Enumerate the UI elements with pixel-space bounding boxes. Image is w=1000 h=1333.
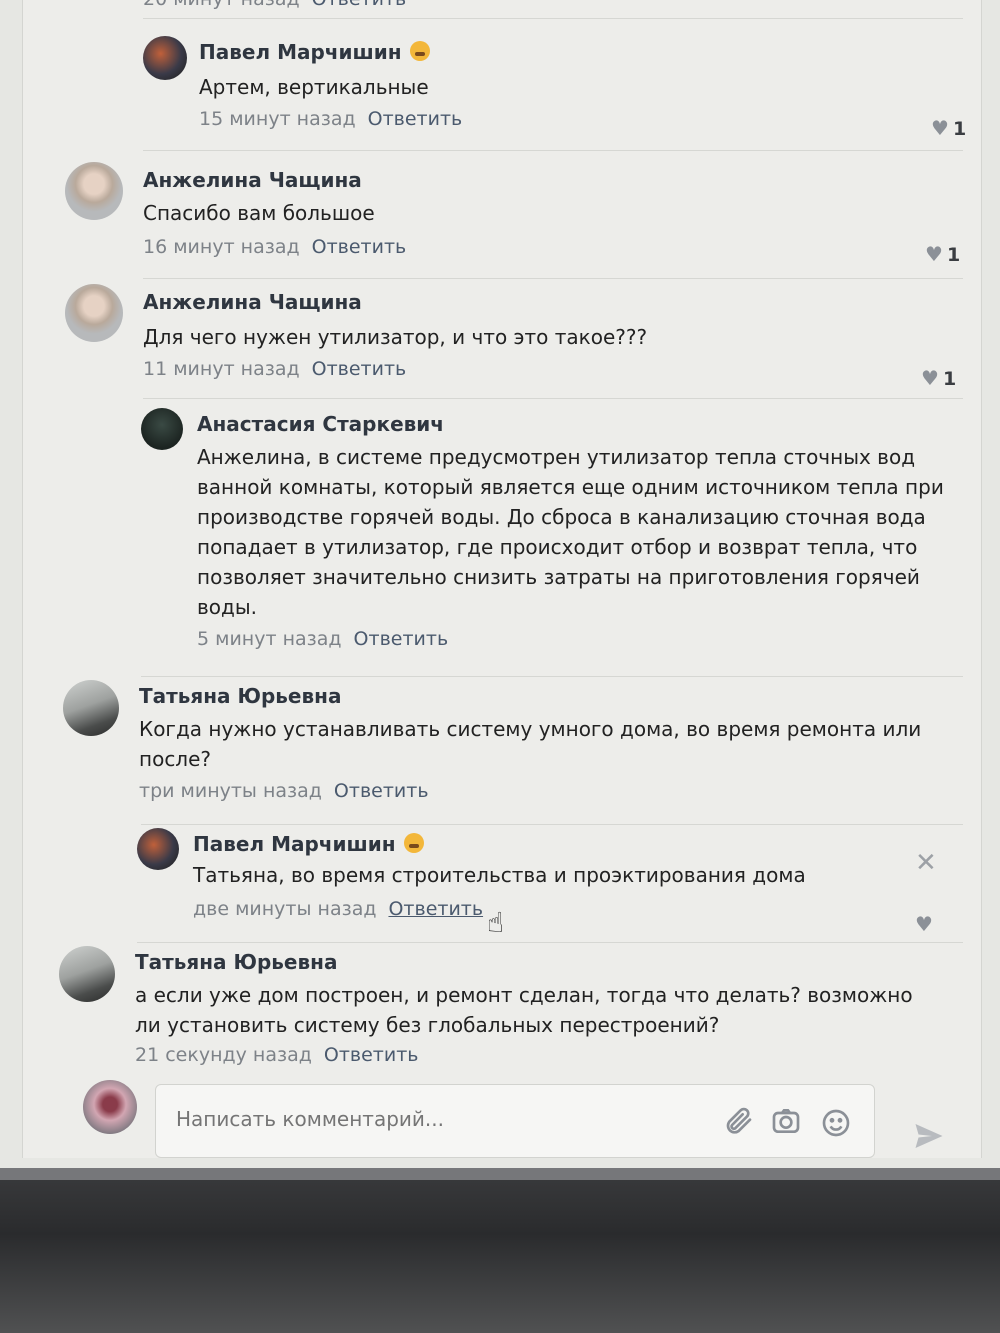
- comment-item: Павел Марчишин Татьяна, во время строите…: [137, 828, 957, 938]
- like-button[interactable]: ♥: [915, 912, 937, 936]
- divider: [137, 942, 963, 943]
- comment-author[interactable]: Анастасия Старкевич: [197, 412, 444, 436]
- comment-meta: три минуты назад Ответить: [139, 780, 429, 802]
- comment-meta: 15 минут назад Ответить: [199, 108, 462, 130]
- comment-meta: 5 минут назад Ответить: [197, 628, 448, 650]
- send-icon[interactable]: [911, 1118, 947, 1154]
- comment-meta: 16 минут назад Ответить: [143, 236, 406, 258]
- divider: [143, 278, 963, 279]
- reply-link[interactable]: Ответить: [354, 628, 449, 650]
- user-avatar[interactable]: [83, 1080, 137, 1134]
- avatar[interactable]: [63, 680, 119, 736]
- comment-meta: две минуты назад Ответить: [193, 898, 483, 920]
- divider: [141, 824, 963, 825]
- comment-time: 5 минут назад: [197, 628, 342, 650]
- bezel-edge: [0, 1168, 1000, 1180]
- heart-icon: ♥: [915, 912, 933, 936]
- reply-link[interactable]: Ответить: [324, 1044, 419, 1066]
- comment-text: Татьяна, во время строительства и проэкт…: [193, 863, 806, 887]
- comment-text: Артем, вертикальные: [199, 75, 429, 99]
- reply-link[interactable]: Ответить: [312, 236, 407, 258]
- comments-panel: 20 минут назад Ответить Павел Марчишин Ар…: [22, 0, 982, 1158]
- author-name[interactable]: Павел Марчишин: [199, 40, 402, 64]
- comment-composer: [83, 1078, 963, 1158]
- comment-author[interactable]: Анжелина Чащина: [143, 168, 362, 192]
- comment-item: Анжелина Чащина Для чего нужен утилизато…: [65, 284, 965, 394]
- divider: [143, 18, 963, 19]
- author-name[interactable]: Павел Марчишин: [193, 832, 396, 856]
- hand-cursor-icon: ☝: [487, 906, 505, 939]
- avatar[interactable]: [59, 946, 115, 1002]
- avatar[interactable]: [65, 284, 123, 342]
- avatar[interactable]: [65, 162, 123, 220]
- comment-author[interactable]: Павел Марчишин: [199, 40, 430, 64]
- comment-author[interactable]: Татьяна Юрьевна: [135, 950, 337, 974]
- comment-input-box[interactable]: [155, 1084, 875, 1158]
- divider: [143, 398, 963, 399]
- like-count: 1: [946, 244, 961, 266]
- reply-link[interactable]: Ответить: [312, 358, 407, 380]
- reply-link[interactable]: Ответить: [388, 898, 483, 920]
- emoji-icon: [409, 41, 430, 61]
- close-icon[interactable]: ✕: [915, 848, 937, 878]
- comment-time: две минуты назад: [193, 898, 377, 920]
- reply-link[interactable]: Ответить: [312, 0, 407, 10]
- divider: [141, 676, 963, 677]
- comment-input[interactable]: [174, 1103, 698, 1135]
- comment-text: а если уже дом построен, и ремонт сделан…: [135, 983, 913, 1037]
- like-button[interactable]: ♥ 1: [921, 366, 956, 390]
- like-count: 1: [942, 368, 957, 390]
- comment-time: 11 минут назад: [143, 358, 300, 380]
- comment-time: 15 минут назад: [199, 108, 356, 130]
- comment-item: Анжелина Чащина Спасибо вам большое 16 м…: [65, 162, 965, 272]
- avatar[interactable]: [137, 828, 179, 870]
- comment-item: Павел Марчишин Артем, вертикальные 15 ми…: [143, 36, 966, 146]
- comment-text: Когда нужно устанавливать систему умного…: [139, 717, 922, 771]
- comment-text: Для чего нужен утилизатор, и что это так…: [143, 325, 648, 349]
- divider: [143, 150, 963, 151]
- avatar[interactable]: [143, 36, 187, 80]
- comment-item: Татьяна Юрьевна Когда нужно устанавливат…: [63, 680, 963, 820]
- comment-author[interactable]: Анжелина Чащина: [143, 290, 362, 314]
- emoji-icon: [403, 833, 424, 853]
- reply-link[interactable]: Ответить: [368, 108, 463, 130]
- comment-time: три минуты назад: [139, 780, 322, 802]
- comment-meta: 11 минут назад Ответить: [143, 358, 406, 380]
- heart-icon: ♥: [931, 116, 949, 140]
- reply-link[interactable]: Ответить: [334, 780, 429, 802]
- avatar[interactable]: [141, 408, 183, 450]
- comment-meta-partial: 20 минут назад Ответить: [143, 0, 406, 10]
- camera-icon[interactable]: [770, 1105, 802, 1137]
- monitor-bezel: [0, 1168, 1000, 1333]
- heart-icon: ♥: [925, 242, 943, 266]
- comment-author[interactable]: Татьяна Юрьевна: [139, 684, 341, 708]
- comment-meta: 21 секунду назад Ответить: [135, 1044, 418, 1066]
- like-count: 1: [952, 118, 967, 140]
- comment-text: Спасибо вам большое: [143, 201, 375, 225]
- heart-icon: ♥: [921, 366, 939, 390]
- like-button[interactable]: ♥ 1: [925, 242, 960, 266]
- screen: 20 минут назад Ответить Павел Марчишин Ар…: [0, 0, 1000, 1180]
- like-button[interactable]: ♥ 1: [931, 116, 966, 140]
- comment-time: 16 минут назад: [143, 236, 300, 258]
- smile-icon[interactable]: [820, 1107, 852, 1139]
- comment-time: 20 минут назад: [143, 0, 300, 10]
- comment-time: 21 секунду назад: [135, 1044, 312, 1066]
- paperclip-icon[interactable]: [722, 1105, 754, 1137]
- comment-item: Анастасия Старкевич Анжелина, в системе …: [141, 408, 961, 658]
- comment-item: Татьяна Юрьевна а если уже дом построен,…: [59, 946, 963, 1076]
- comment-author[interactable]: Павел Марчишин: [193, 832, 424, 856]
- comment-text: Анжелина, в системе предусмотрен утилиза…: [197, 445, 944, 619]
